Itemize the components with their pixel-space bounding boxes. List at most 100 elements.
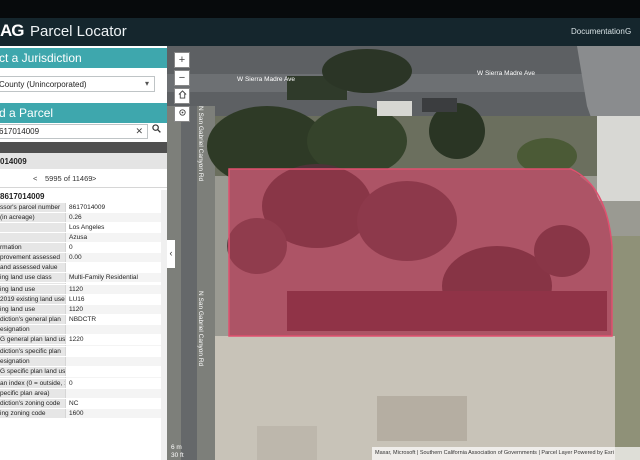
map-controls: + − <box>174 52 190 124</box>
detail-value <box>65 367 161 376</box>
detail-key: ing land use <box>0 305 65 314</box>
detail-value: 0 <box>65 243 161 252</box>
detail-value <box>65 325 161 334</box>
app-title: Parcel Locator <box>30 23 127 40</box>
parcel-heading: d a Parcel <box>0 106 54 120</box>
detail-key: 2019 existing land use <box>0 295 65 304</box>
detail-key: ing land use <box>0 285 65 294</box>
detail-key <box>0 345 65 346</box>
detail-key: esignation <box>0 325 65 334</box>
detail-value <box>65 357 161 366</box>
detail-row: provement assessed 0.00 <box>0 253 161 263</box>
detail-row: pecific plan area) <box>0 389 161 399</box>
detail-key: diction's general plan <box>0 315 65 324</box>
map-view[interactable]: W Sierra Madre Ave W Sierra Madre Ave N … <box>167 46 640 460</box>
detail-row: ing land use 1120 <box>0 285 161 295</box>
left-panel: ct a Jurisdiction County (Unincorporated… <box>0 46 167 460</box>
detail-key: ing zoning code <box>0 409 65 418</box>
detail-row: ing zoning code 1600 <box>0 409 161 419</box>
parcel-search-input[interactable]: 617014009 ✕ <box>0 124 148 139</box>
detail-value: NBDCTR <box>65 315 161 324</box>
detail-value <box>65 347 161 356</box>
detail-row: and assessed value <box>0 263 161 273</box>
header-link-partial[interactable]: G <box>625 27 631 36</box>
detail-value: 0.26 <box>65 213 161 222</box>
detail-value: 0 <box>65 379 161 388</box>
detail-key: esignation <box>0 357 65 366</box>
detail-row: Los Angeles <box>0 223 161 233</box>
detail-key: ing land use class <box>0 273 65 282</box>
detail-key: G general plan land use <box>0 335 65 344</box>
detail-row: diction's general plan NBDCTR <box>0 315 161 325</box>
detail-key: G specific plan land use <box>0 367 65 376</box>
detail-row: 2019 existing land use LU16 <box>0 295 161 305</box>
detail-key: diction's specific plan <box>0 347 65 356</box>
street-label: N San Gabriel Canyon Rd <box>197 291 204 367</box>
parcel-id-title: 8617014009 <box>0 192 45 201</box>
next-button[interactable]: > <box>92 174 96 183</box>
detail-row: G general plan land use 1220 <box>0 335 161 345</box>
detail-value: 0.00 <box>65 253 161 262</box>
result-label: 014009 <box>0 157 27 166</box>
clear-icon[interactable]: ✕ <box>135 126 143 137</box>
detail-value <box>65 283 161 284</box>
parcel-highlight[interactable] <box>228 168 613 337</box>
jurisdiction-heading: ct a Jurisdiction <box>0 51 82 65</box>
detail-key: an index (0 = outside, 1 <box>0 379 65 388</box>
chevron-down-icon: ▾ <box>144 79 149 88</box>
documentation-link[interactable]: Documentation <box>571 27 625 36</box>
result-pager: < 5995 of 11469 > <box>0 172 167 186</box>
street-label: N San Gabriel Canyon Rd <box>197 106 204 182</box>
collapse-panel-button[interactable]: ‹ <box>167 240 175 268</box>
parcel-search-value: 617014009 <box>0 127 40 136</box>
detail-row: (in acreage) 0.26 <box>0 213 161 223</box>
detail-value: 8617014009 <box>65 203 161 212</box>
detail-value: 1120 <box>65 285 161 294</box>
home-icon[interactable] <box>174 88 190 104</box>
zoom-out-button[interactable]: − <box>174 70 190 86</box>
divider <box>0 187 167 188</box>
street-label: W Sierra Madre Ave <box>237 76 296 83</box>
detail-row: esignation <box>0 357 161 367</box>
jurisdiction-section-header[interactable]: ct a Jurisdiction <box>0 48 167 68</box>
detail-value <box>65 389 161 398</box>
detail-value: Los Angeles <box>65 223 161 232</box>
locate-icon[interactable] <box>174 106 190 122</box>
detail-value: NC <box>65 399 161 408</box>
detail-key: pecific plan area) <box>0 389 65 398</box>
detail-row: Azusa <box>0 233 161 243</box>
detail-key: provement assessed <box>0 253 65 262</box>
result-item[interactable]: 014009 <box>0 153 167 169</box>
detail-row: rmation 0 <box>0 243 161 253</box>
app-logo: AG <box>0 21 24 40</box>
detail-value: Azusa <box>65 233 161 242</box>
detail-key <box>0 283 65 284</box>
detail-value: LU16 <box>65 295 161 304</box>
app-header: AG Parcel Locator Documentation G <box>0 18 640 46</box>
detail-key <box>0 233 65 242</box>
scale-meters: 6 m <box>171 444 182 451</box>
street-label: W Sierra Madre Ave <box>477 70 536 77</box>
jurisdiction-select[interactable]: County (Unincorporated) ▾ <box>0 76 155 92</box>
detail-value: 1600 <box>65 409 161 418</box>
detail-value <box>65 263 161 272</box>
detail-key <box>0 377 65 378</box>
jurisdiction-selected: County (Unincorporated) <box>0 80 87 89</box>
parcel-section-header[interactable]: d a Parcel <box>0 103 167 123</box>
detail-key: diction's zoning code <box>0 399 65 408</box>
zoom-in-button[interactable]: + <box>174 52 190 68</box>
detail-row: ing land use 1120 <box>0 305 161 315</box>
detail-value <box>65 377 161 378</box>
search-icon[interactable] <box>148 124 164 139</box>
detail-key: ssor's parcel number <box>0 203 65 212</box>
detail-row: esignation <box>0 325 161 335</box>
prev-button[interactable]: < <box>33 174 37 183</box>
detail-row: ing land use class Multi-Family Residenti… <box>0 273 161 283</box>
pager-count: 5995 of 11469 <box>45 174 93 183</box>
detail-key: (in acreage) <box>0 213 65 222</box>
detail-value: Multi-Family Residential <box>65 273 161 282</box>
detail-row: ssor's parcel number 8617014009 <box>0 203 161 213</box>
top-strip <box>0 0 640 18</box>
detail-value <box>65 345 161 346</box>
detail-row: G specific plan land use <box>0 367 161 377</box>
